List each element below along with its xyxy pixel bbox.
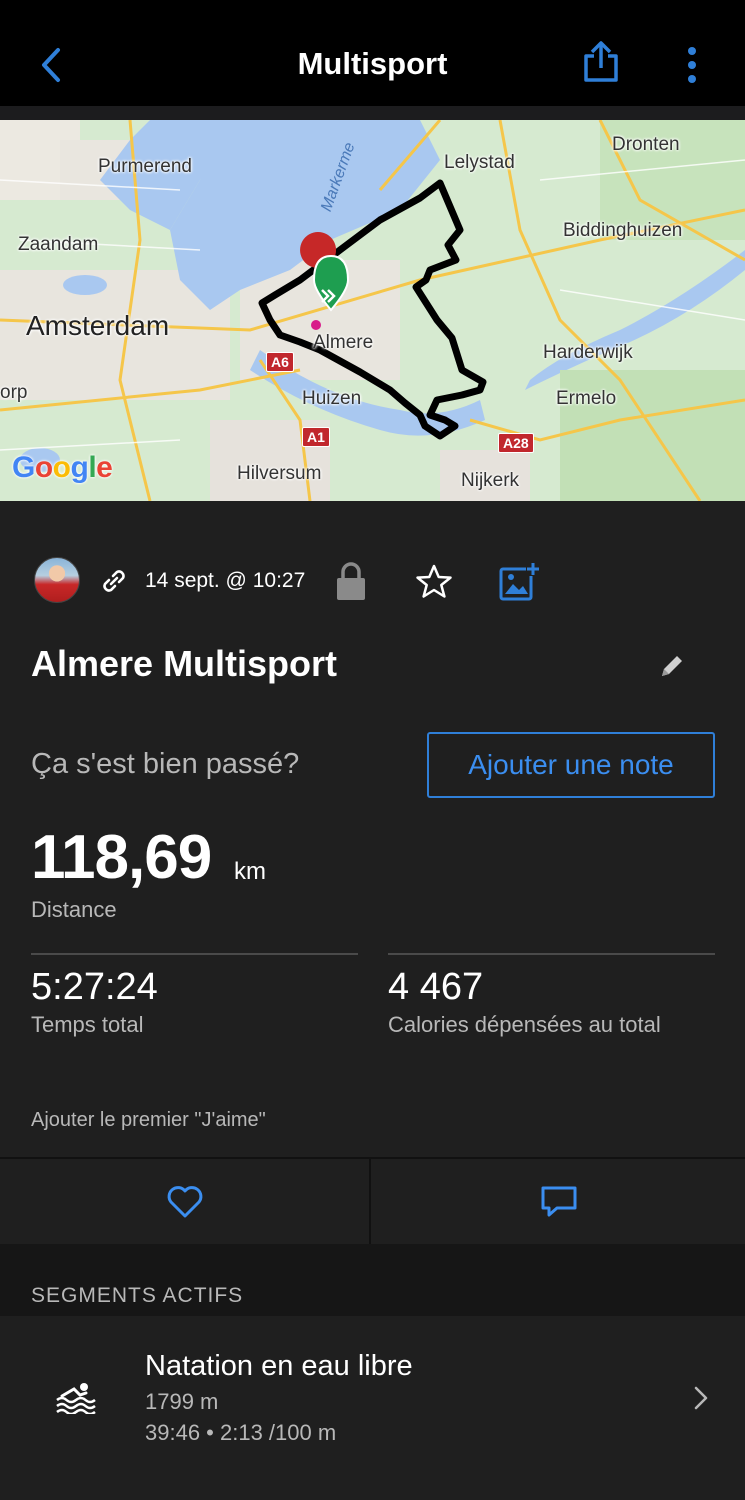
distance-unit: km — [234, 858, 266, 885]
more-options-button[interactable] — [672, 40, 712, 90]
stat-divider-right — [388, 953, 715, 955]
pencil-icon[interactable] — [656, 650, 688, 682]
feeling-question: Ça s'est bien passé? — [31, 748, 300, 780]
map-label-hilversum: Hilversum — [237, 463, 322, 484]
like-button[interactable] — [0, 1159, 371, 1244]
map-label-amsterdam: Amsterdam — [26, 310, 170, 341]
segment-distance: 1799 m — [145, 1389, 219, 1414]
segment-name: Natation en eau libre — [145, 1350, 413, 1382]
map-label-nijkerk: Nijkerk — [461, 470, 520, 491]
road-shield-a1: A1 — [302, 427, 330, 447]
segment-time-pace: 39:46 • 2:13 /100 m — [145, 1420, 337, 1445]
app-header: Multisport — [0, 0, 745, 106]
map-label-lelystad: Lelystad — [444, 152, 515, 173]
like-prompt: Ajouter le premier "J'aime" — [31, 1109, 266, 1131]
share-icon — [584, 41, 618, 82]
add-photo-icon[interactable] — [498, 560, 540, 602]
calories-value: 4 467 — [388, 966, 484, 1008]
more-vertical-icon — [688, 47, 696, 83]
map-label-ermelo: Ermelo — [556, 388, 617, 409]
comment-icon — [541, 1186, 577, 1216]
total-time-value: 5:27:24 — [31, 966, 158, 1008]
map-label-almere: Almere — [313, 332, 374, 353]
add-note-button[interactable]: Ajouter une note — [427, 732, 715, 798]
road-shield-a28: A28 — [498, 433, 534, 453]
star-icon[interactable] — [414, 562, 454, 602]
map-label-dronten: Dronten — [612, 134, 680, 155]
map-label-zaandam: Zaandam — [18, 234, 99, 255]
chevron-right-icon — [694, 1386, 708, 1410]
segments-title: SEGMENTS ACTIFS — [31, 1284, 244, 1307]
route-map[interactable]: Purmerend Lelystad Dronten Zaandam Biddi… — [0, 120, 745, 501]
calories-label: Calories dépensées au total — [388, 1012, 661, 1037]
lock-icon[interactable] — [334, 561, 368, 601]
header-divider — [0, 106, 745, 120]
link-icon — [103, 570, 125, 592]
distance-label: Distance — [31, 897, 117, 922]
heart-icon — [167, 1185, 202, 1217]
share-button[interactable] — [578, 38, 624, 88]
distance-value: 118,69 — [31, 823, 212, 892]
map-label-harderwijk: Harderwijk — [543, 342, 633, 363]
map-label-huizen: Huizen — [302, 388, 362, 409]
google-logo: Google — [12, 451, 113, 484]
road-shield-a6: A6 — [266, 352, 294, 372]
page-title: Multisport — [297, 46, 448, 81]
map-label-orp: orp — [0, 382, 28, 403]
map-label-purmerend: Purmerend — [98, 156, 192, 177]
avatar[interactable] — [34, 557, 80, 603]
segment-item[interactable] — [0, 1316, 745, 1500]
swim-icon — [56, 1383, 96, 1414]
stat-divider-left — [31, 953, 358, 955]
activity-date: 14 sept. @ 10:27 — [145, 569, 306, 592]
activity-title: Almere Multisport — [31, 643, 338, 684]
map-label-biddinghuizen: Biddinghuizen — [563, 220, 683, 241]
total-time-label: Temps total — [31, 1012, 144, 1037]
comment-button[interactable] — [373, 1159, 745, 1244]
social-action-row — [0, 1157, 745, 1244]
